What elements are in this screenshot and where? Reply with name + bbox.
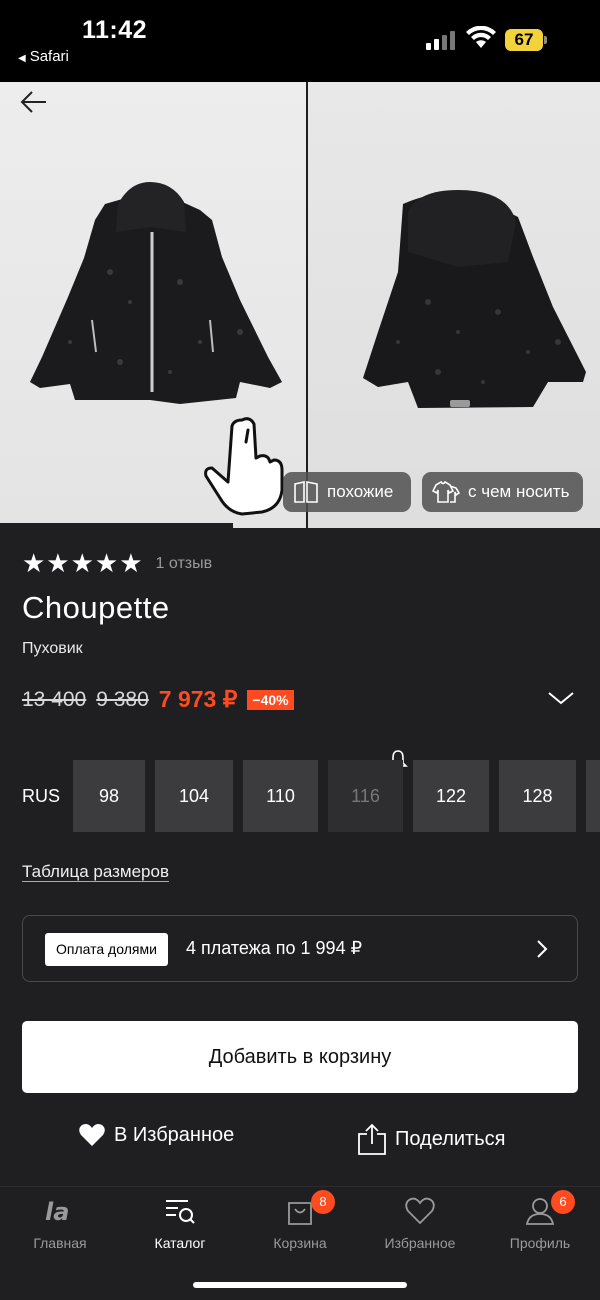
- old-price-2: 9 380: [96, 687, 149, 711]
- gallery-progress-bar: [0, 523, 233, 528]
- back-app-label: Safari: [29, 48, 69, 65]
- size-system-label: RUS: [22, 786, 61, 806]
- profile-count-badge: 6: [551, 1190, 575, 1214]
- home-indicator: [193, 1282, 407, 1288]
- cart-count-badge: 8: [311, 1190, 335, 1214]
- add-to-cart-button[interactable]: Добавить в корзину: [22, 1021, 578, 1093]
- product-photo-back[interactable]: [307, 82, 600, 528]
- favorites-label: В Избранное: [114, 1123, 235, 1146]
- rating-stars: ★★★★★: [22, 548, 144, 578]
- split-payment-text: 4 платежа по 1 994 ₽: [186, 938, 363, 958]
- status-bar: 11:42 ◀ Safari 67: [0, 0, 600, 82]
- size-option[interactable]: 128: [499, 760, 576, 832]
- what-to-wear-label: с чем носить: [468, 482, 570, 501]
- old-price-1: 13 400: [22, 687, 87, 711]
- size-option[interactable]: 110: [243, 760, 318, 832]
- nav-cart[interactable]: 8 Корзина: [240, 1187, 360, 1267]
- share-icon: [358, 1123, 386, 1155]
- similar-chip-label: похожие: [327, 482, 394, 501]
- discount-badge: −40%: [247, 689, 294, 710]
- share-button[interactable]: Поделиться: [357, 1123, 505, 1155]
- share-label: Поделиться: [395, 1127, 506, 1150]
- wifi-icon: [466, 26, 496, 48]
- price-row: 13 400 9 380 7 973 ₽ −40%: [22, 686, 294, 713]
- size-selector: RUS 98 104 110 116 122 128: [0, 760, 600, 832]
- nav-favorites-label: Избранное: [384, 1235, 456, 1251]
- current-price: 7 973 ₽: [158, 686, 238, 712]
- size-option-partial[interactable]: [586, 760, 600, 832]
- svg-text:la: la: [45, 1198, 69, 1226]
- nav-favorites[interactable]: Избранное: [360, 1187, 480, 1267]
- swipe-hand-icon: [204, 417, 284, 516]
- nav-home[interactable]: la Главная: [0, 1187, 120, 1267]
- size-option[interactable]: 104: [155, 760, 233, 832]
- nav-home-label: Главная: [33, 1235, 87, 1251]
- similar-book-icon: [294, 481, 318, 503]
- outfit-shirt-icon: [432, 480, 460, 503]
- battery-tip: [544, 36, 547, 44]
- nav-catalog-label: Каталог: [154, 1235, 206, 1251]
- size-option[interactable]: 98: [73, 760, 145, 832]
- la-logo-icon: la: [45, 1198, 69, 1226]
- catalog-search-icon: [166, 1200, 195, 1224]
- heart-icon: [405, 1197, 435, 1225]
- size-option[interactable]: 122: [413, 760, 489, 832]
- jacket-back-image: [362, 190, 586, 408]
- battery-indicator: 67: [505, 29, 543, 51]
- nav-profile[interactable]: 6 Профиль: [480, 1187, 600, 1267]
- back-to-app-link[interactable]: ◀ Safari: [18, 48, 69, 65]
- cellular-signal-icon: [426, 30, 458, 50]
- heart-filled-icon: [79, 1124, 105, 1146]
- chevron-right-icon: [537, 940, 548, 958]
- similar-chip[interactable]: похожие: [283, 472, 411, 512]
- product-category: Пуховик: [22, 640, 83, 657]
- reviews-count[interactable]: 1 отзыв: [156, 555, 213, 573]
- what-to-wear-chip[interactable]: с чем носить: [422, 472, 583, 512]
- size-table-link[interactable]: Таблица размеров: [22, 862, 169, 882]
- back-triangle-icon: ◀: [18, 53, 26, 64]
- split-payment-badge: Оплата долями: [45, 933, 168, 966]
- nav-profile-label: Профиль: [509, 1235, 571, 1251]
- size-option-unavailable[interactable]: 116: [328, 760, 403, 832]
- add-to-favorites-button[interactable]: В Избранное: [78, 1123, 234, 1147]
- nav-cart-label: Корзина: [273, 1235, 327, 1251]
- status-time: 11:42: [82, 16, 148, 44]
- chevron-down-icon[interactable]: [546, 688, 576, 708]
- product-gallery[interactable]: [0, 82, 600, 528]
- product-brand[interactable]: Choupette: [22, 590, 170, 626]
- rating[interactable]: ★★★★★ 1 отзыв: [22, 548, 212, 579]
- split-payment-row[interactable]: Оплата долями 4 платежа по 1 994 ₽: [22, 915, 578, 982]
- nav-catalog[interactable]: Каталог: [120, 1187, 240, 1267]
- back-arrow-icon[interactable]: [18, 86, 50, 118]
